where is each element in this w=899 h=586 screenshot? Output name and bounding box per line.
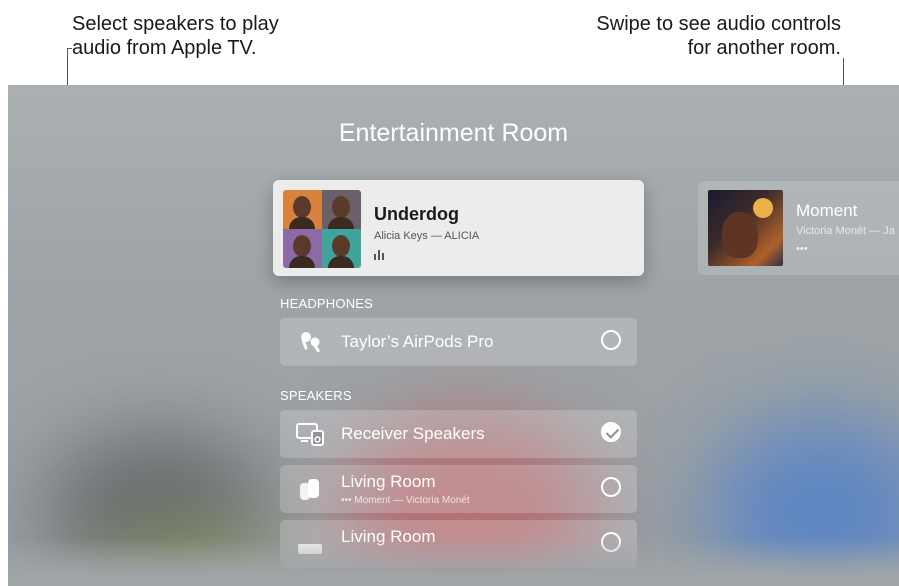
now-playing-subtitle: Alicia Keys — ALICIA — [374, 230, 480, 242]
album-art — [283, 190, 361, 268]
speakers-header: SPEAKERS — [280, 388, 352, 403]
callout-left-leader-stub — [67, 48, 72, 49]
room-title: Entertainment Room — [338, 119, 569, 147]
device-label: Receiver Speakers — [341, 424, 485, 443]
radio-unchecked-icon[interactable] — [601, 330, 621, 350]
receiver-speakers-icon — [296, 423, 324, 446]
device-row-receiver[interactable]: Receiver Speakers — [280, 410, 637, 458]
homepod-icon — [300, 479, 319, 500]
other-room-album-art — [708, 190, 783, 266]
callout-left-line1: Select speakers to play — [72, 13, 279, 35]
other-room-subtitle: Victoria Monét — Ja — [796, 225, 895, 237]
now-playing-card[interactable]: Underdog Alicia Keys — ALICIA — [273, 180, 644, 276]
callout-right-line1: Swipe to see audio controls — [596, 13, 841, 35]
device-row-airpods[interactable]: Taylor’s AirPods Pro — [280, 318, 637, 366]
callout-select-speakers: Select speakers to play audio from Apple… — [72, 12, 432, 60]
device-row-living-room-homepod[interactable]: Living Room ••• Moment — Victoria Monét — [280, 465, 637, 513]
airpods-icon — [301, 332, 320, 353]
device-now-playing: ••• Moment — Victoria Monét — [341, 495, 470, 506]
playing-indicator-icon — [374, 250, 386, 260]
other-room-title: Moment — [796, 201, 858, 220]
radio-unchecked-icon[interactable] — [601, 477, 621, 497]
now-playing-title: Underdog — [374, 204, 459, 224]
callout-left-line2: audio from Apple TV. — [72, 37, 257, 59]
device-label: Taylor’s AirPods Pro — [341, 332, 494, 351]
tv-screen: Entertainment Room Underdog Alicia Keys … — [8, 85, 899, 586]
other-room-card[interactable]: Moment Victoria Monét — Ja ••• — [698, 181, 899, 275]
callout-swipe-rooms: Swipe to see audio controls for another … — [481, 12, 841, 60]
other-room-dots: ••• — [796, 243, 808, 255]
callout-right-line2: for another room. — [687, 37, 841, 59]
checkmark-icon[interactable] — [601, 422, 621, 442]
headphones-header: HEADPHONES — [280, 296, 374, 311]
bottom-fade — [8, 538, 899, 586]
device-label: Living Room — [341, 472, 436, 491]
